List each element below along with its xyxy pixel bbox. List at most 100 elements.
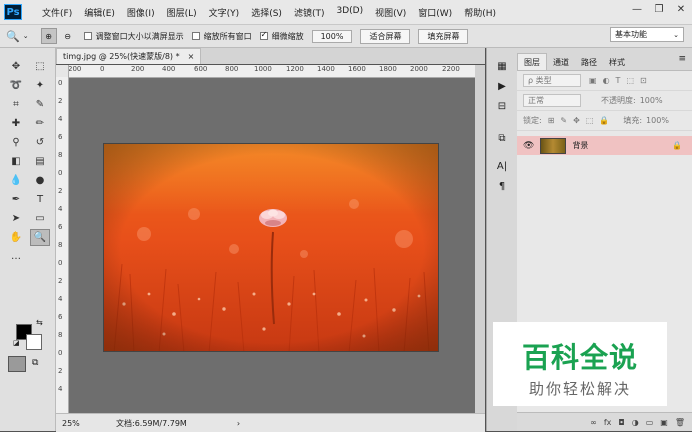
healing-brush-icon[interactable]: ✚ [6,115,26,132]
history-brush-icon[interactable]: ↺ [30,134,50,151]
menu-layer[interactable]: 图层(L) [161,6,203,19]
link-layers-icon[interactable]: ∞ [590,418,597,427]
magic-wand-icon[interactable]: ✦ [30,77,50,94]
zoom-tool-selected-icon[interactable]: 🔍 [30,229,50,246]
menu-window[interactable]: 窗口(W) [412,6,458,19]
more-tools-icon[interactable]: … [6,248,26,265]
blend-mode-select[interactable]: 正常 [523,94,581,107]
tab-styles[interactable]: 样式 [603,54,631,70]
fill-screen-button[interactable]: 填充屏幕 [418,28,469,44]
screen-mode-icon[interactable]: ⧉ [32,358,46,370]
filter-pixel-icon[interactable]: ▣ [589,76,597,85]
menu-image[interactable]: 图像(I) [121,6,161,19]
filter-type-icon[interactable]: T [616,76,621,85]
dodge-tool-icon[interactable]: ● [30,172,50,189]
properties-panel-icon[interactable]: ⊟ [492,98,512,114]
eraser-tool-icon[interactable]: ◧ [6,153,26,170]
history-panel-icon[interactable]: ▦ [492,58,512,74]
zoom-in-icon[interactable]: ⊕ [40,28,57,44]
move-tool-icon[interactable]: ✥ [6,58,26,75]
default-colors-icon[interactable]: ◪ [13,339,20,347]
menu-filter[interactable]: 滤镜(T) [288,6,331,19]
filter-shape-icon[interactable]: ⬚ [626,76,634,85]
tools-panel: ✥ ⬚ ➰ ✦ ⌗ ✎ ✚ ✏ ⚲ ↺ ◧ ▤ 💧 ● ✒ T ➤ ▭ ✋ 🔍 … [0,48,56,431]
shape-tool-icon[interactable]: ▭ [30,210,50,227]
menu-type[interactable]: 文字(Y) [203,6,246,19]
clone-source-icon[interactable]: ⧉ [492,130,512,146]
lasso-tool-icon[interactable]: ➰ [6,77,26,94]
opacity-value[interactable]: 100% [640,96,663,105]
tab-close-icon[interactable]: × [188,52,195,61]
status-zoom[interactable]: 25% [56,419,90,428]
new-group-icon[interactable]: ▭ [646,418,654,427]
delete-layer-icon[interactable]: 🗑 [675,418,685,427]
scrubby-zoom-checkbox[interactable]: 细微缩放 [259,30,304,42]
panel-menu-icon[interactable]: ≡ [678,54,686,64]
path-selection-icon[interactable]: ➤ [6,210,26,227]
zoom-tool-icon[interactable]: 🔍 [6,30,20,43]
resize-windows-box[interactable] [83,32,92,40]
character-panel-icon[interactable]: A| [492,158,512,174]
lock-artboard-icon[interactable]: ⬚ [586,116,594,125]
type-tool-icon[interactable]: T [30,191,50,208]
tab-paths[interactable]: 路径 [575,54,603,70]
background-color-swatch[interactable] [26,334,42,350]
eyedropper-icon[interactable]: ✎ [30,96,50,113]
watermark-subtitle: 助你轻松解决 [528,380,631,398]
restore-icon[interactable]: ❐ [648,0,670,18]
menu-help[interactable]: 帮助(H) [458,6,502,19]
close-icon[interactable]: ✕ [670,0,692,18]
adjustment-layer-icon[interactable]: ◑ [632,418,639,427]
pen-tool-icon[interactable]: ✒ [6,191,26,208]
filter-adjust-icon[interactable]: ◐ [603,76,610,85]
lock-brush-icon[interactable]: ✎ [560,116,567,125]
document-tab[interactable]: timg.jpg @ 25%(快速蒙版/8) * × [56,48,202,64]
document-image[interactable] [103,143,439,352]
minimize-icon[interactable]: — [626,0,648,18]
zoom-all-windows-box[interactable] [191,32,200,40]
paragraph-panel-icon[interactable]: ¶ [492,178,512,194]
tab-layers[interactable]: 图层 [517,53,547,70]
lock-move-icon[interactable]: ✥ [573,116,580,125]
menu-select[interactable]: 选择(S) [245,6,288,19]
status-arrow-icon[interactable]: › [237,419,240,428]
actions-play-icon[interactable]: ▶ [492,78,512,94]
gradient-tool-icon[interactable]: ▤ [30,153,50,170]
add-mask-icon[interactable]: ◘ [618,418,624,427]
fill-value[interactable]: 100% [646,116,669,125]
filter-smart-icon[interactable]: ⊡ [640,76,647,85]
tool-preset-chevron-icon[interactable]: ⌄ [23,32,29,40]
panel-tabs: 图层 通道 路径 样式 ≡ [517,48,692,71]
layer-row-background[interactable]: 👁 背景 🔒 [517,136,692,155]
swap-colors-icon[interactable]: ⇆ [36,318,43,327]
lock-pixels-icon[interactable]: ⊞ [548,116,555,125]
quick-mask-button[interactable] [8,356,26,372]
new-layer-icon[interactable]: ▣ [660,418,668,427]
menu-edit[interactable]: 编辑(E) [78,6,121,19]
zoom-out-icon[interactable]: ⊖ [60,28,76,44]
lock-all-icon[interactable]: 🔒 [599,116,609,125]
menu-3d[interactable]: 3D(D) [330,6,369,19]
menu-file[interactable]: 文件(F) [36,6,78,19]
tab-channels[interactable]: 通道 [547,54,575,70]
ruler-origin[interactable] [56,65,68,77]
menu-view[interactable]: 视图(V) [369,6,412,19]
brush-tool-icon[interactable]: ✏ [30,115,50,132]
ruler-label: 200 [68,65,82,73]
scrubby-zoom-box[interactable] [259,30,268,40]
resize-windows-checkbox[interactable]: 调整窗口大小以满屏显示 [83,31,184,42]
ruler-label: 1000 [254,65,272,73]
fx-icon[interactable]: fx [604,418,612,427]
marquee-tool-icon[interactable]: ⬚ [30,58,50,75]
visibility-eye-icon[interactable]: 👁 [523,141,534,151]
workspace-select[interactable]: 基本功能 ⌄ [610,27,684,42]
crop-tool-icon[interactable]: ⌗ [6,96,26,113]
vertical-scrollbar[interactable] [475,65,485,413]
zoom-100-button[interactable]: 100% [311,29,353,43]
clone-stamp-icon[interactable]: ⚲ [6,134,26,151]
layer-kind-filter[interactable]: ρ 类型 [523,74,581,87]
fit-screen-button[interactable]: 适合屏幕 [360,28,411,44]
zoom-all-windows-checkbox[interactable]: 缩放所有窗口 [191,31,252,42]
blur-tool-icon[interactable]: 💧 [6,172,26,189]
hand-tool-icon[interactable]: ✋ [6,229,26,246]
